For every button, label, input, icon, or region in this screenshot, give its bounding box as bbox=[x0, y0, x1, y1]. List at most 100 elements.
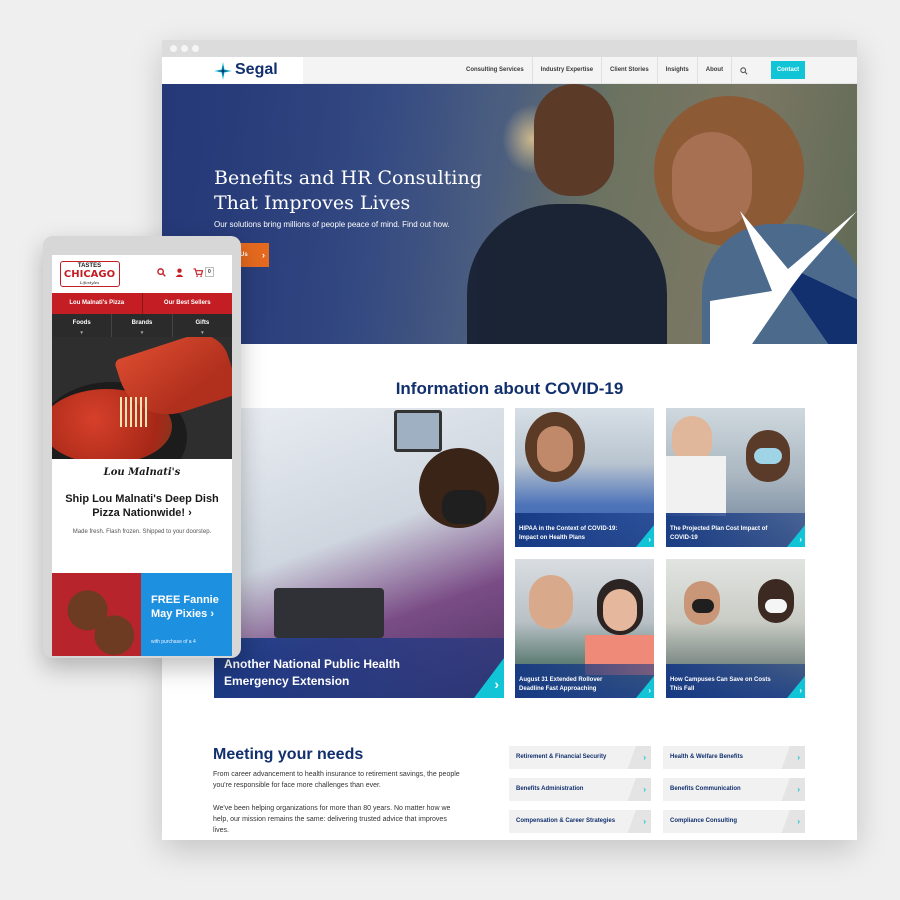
chevron-right-icon: › bbox=[777, 778, 805, 801]
mobile-header: TASTES CHICAGO Lifestyles 0 bbox=[52, 255, 232, 293]
service-link-compliance[interactable]: Compliance Consulting › bbox=[663, 810, 805, 833]
segal-star-icon bbox=[214, 62, 232, 80]
chevron-right-icon: › bbox=[262, 250, 265, 260]
mobile-primary-nav: Lou Malnati's Pizza Our Best Sellers bbox=[52, 293, 232, 314]
main-nav: Consulting Services Industry Expertise C… bbox=[458, 57, 755, 84]
desktop-browser-window: Segal Consulting Services Industry Exper… bbox=[162, 40, 857, 840]
service-link-benefits-admin[interactable]: Benefits Administration › bbox=[509, 778, 651, 801]
segal-logo-text: Segal bbox=[235, 61, 278, 78]
mobile-header-icons: 0 bbox=[157, 267, 214, 277]
window-dot-icon bbox=[170, 45, 177, 52]
hero-cta-label: Us bbox=[240, 252, 248, 258]
service-link-health-welfare[interactable]: Health & Welfare Benefits › bbox=[663, 746, 805, 769]
service-link-label: Benefits Administration bbox=[516, 786, 584, 792]
chevron-right-icon: › bbox=[623, 778, 651, 801]
card-caption: August 31 Extended Rollover Deadline Fas… bbox=[519, 677, 603, 692]
chevron-right-icon: › bbox=[623, 746, 651, 769]
contact-button[interactable]: Contact bbox=[771, 61, 805, 79]
browser-chrome bbox=[162, 40, 857, 57]
needs-section-title: Meeting your needs bbox=[213, 746, 364, 763]
covid-card-plan-cost[interactable]: The Projected Plan Cost Impact of COVID-… bbox=[666, 408, 805, 547]
nav-industry-expertise[interactable]: Industry Expertise bbox=[531, 57, 601, 84]
nav-foods[interactable]: Foods ▾ bbox=[52, 314, 111, 337]
card-photo-face bbox=[603, 589, 637, 631]
logo-line-2: CHICAGO bbox=[63, 269, 116, 280]
nav-brands[interactable]: Brands ▾ bbox=[111, 314, 171, 337]
face-mask-graphic bbox=[765, 599, 787, 613]
search-button[interactable] bbox=[731, 57, 755, 84]
cheese-pull-graphic bbox=[120, 397, 150, 427]
card-corner bbox=[636, 676, 654, 698]
chevron-right-icon: › bbox=[799, 686, 802, 695]
cart-icon bbox=[193, 267, 203, 277]
service-link-label: Compensation & Career Strategies bbox=[516, 818, 616, 824]
needs-paragraph-2: We've been helping organizations for mor… bbox=[213, 805, 451, 834]
chevron-right-icon: › bbox=[494, 676, 499, 692]
hero-banner: Benefits and HR Consulting That Improves… bbox=[162, 84, 857, 344]
covid-card-hipaa[interactable]: HIPAA in the Context of COVID-19: Impact… bbox=[515, 408, 654, 547]
pizza-hero-image bbox=[52, 337, 232, 459]
chocolates-image bbox=[52, 573, 141, 656]
logo-line-3: Lifestyles bbox=[79, 280, 100, 285]
card-caption: The Projected Plan Cost Impact of COVID-… bbox=[670, 526, 768, 541]
service-link-label: Compliance Consulting bbox=[670, 818, 738, 824]
window-dot-icon bbox=[181, 45, 188, 52]
promo-subtitle: Made fresh. Flash frozen. Shipped to you… bbox=[72, 529, 212, 535]
face-mask-graphic bbox=[442, 490, 486, 524]
hero-photo-man-head bbox=[534, 84, 614, 196]
service-link-benefits-communication[interactable]: Benefits Communication › bbox=[663, 778, 805, 801]
card-photo bbox=[529, 575, 573, 629]
segal-logo[interactable]: Segal bbox=[162, 57, 303, 84]
fannie-may-promo[interactable]: FREE Fannie May Pixies › with purchase o… bbox=[141, 573, 232, 656]
covid-card-campuses[interactable]: How Campuses Can Save on Costs This Fall… bbox=[666, 559, 805, 698]
nav-consulting-services[interactable]: Consulting Services bbox=[458, 57, 532, 84]
account-icon[interactable] bbox=[175, 268, 184, 277]
card-photo-terminal bbox=[274, 588, 384, 638]
service-link-label: Retirement & Financial Security bbox=[516, 754, 607, 760]
chevron-right-icon: › bbox=[799, 535, 802, 544]
card-photo-face bbox=[537, 426, 573, 472]
site-header: Segal Consulting Services Industry Exper… bbox=[162, 57, 857, 84]
fannie-promo-title: FREE Fannie May Pixies › bbox=[151, 594, 219, 620]
chevron-right-icon: › bbox=[648, 686, 651, 695]
card-corner bbox=[787, 525, 805, 547]
needs-paragraph-1: From career advancement to health insura… bbox=[213, 771, 460, 789]
search-icon[interactable] bbox=[157, 267, 166, 277]
card-photo-screen bbox=[394, 410, 442, 452]
face-mask-graphic bbox=[754, 448, 782, 464]
nav-gifts[interactable]: Gifts ▾ bbox=[171, 314, 232, 337]
chevron-right-icon: › bbox=[623, 810, 651, 833]
service-link-compensation[interactable]: Compensation & Career Strategies › bbox=[509, 810, 651, 833]
lou-malnatis-logo: Lou Malnati's bbox=[103, 467, 181, 478]
hero-title: Benefits and HR Consulting That Improves… bbox=[214, 167, 482, 214]
covid-section-title: Information about COVID-19 bbox=[395, 379, 624, 398]
tastes-of-chicago-logo[interactable]: TASTES CHICAGO Lifestyles bbox=[60, 261, 120, 287]
card-corner bbox=[787, 676, 805, 698]
fannie-promo-subtitle: with purchase of a 4 bbox=[151, 639, 196, 645]
nav-lou-malnatis-pizza[interactable]: Lou Malnati's Pizza bbox=[52, 293, 142, 314]
covid-card-featured[interactable]: Another National Public Health Emergency… bbox=[214, 408, 504, 698]
card-caption: How Campuses Can Save on Costs This Fall bbox=[670, 677, 771, 692]
chevron-right-icon: › bbox=[777, 810, 805, 833]
nav-about[interactable]: About bbox=[696, 57, 731, 84]
service-link-label: Health & Welfare Benefits bbox=[670, 754, 743, 760]
service-link-retirement[interactable]: Retirement & Financial Security › bbox=[509, 746, 651, 769]
covid-card-rollover[interactable]: August 31 Extended Rollover Deadline Fas… bbox=[515, 559, 654, 698]
card-caption: HIPAA in the Context of COVID-19: Impact… bbox=[519, 526, 618, 541]
nav-our-best-sellers[interactable]: Our Best Sellers bbox=[141, 293, 233, 314]
cart-count: 0 bbox=[205, 267, 214, 277]
segal-star-graphic-icon bbox=[710, 211, 857, 344]
nav-client-stories[interactable]: Client Stories bbox=[601, 57, 657, 84]
card-photo-coat bbox=[666, 456, 726, 516]
nav-insights[interactable]: Insights bbox=[656, 57, 697, 84]
card-caption: Another National Public Health Emergency… bbox=[224, 657, 401, 688]
face-mask-graphic bbox=[692, 599, 714, 613]
chevron-right-icon: › bbox=[777, 746, 805, 769]
cart-button[interactable]: 0 bbox=[193, 267, 214, 277]
mobile-device-frame: TASTES CHICAGO Lifestyles 0 Lou Malnati'… bbox=[43, 236, 241, 658]
card-corner bbox=[636, 525, 654, 547]
chevron-right-icon: › bbox=[648, 535, 651, 544]
mobile-promo[interactable]: Lou Malnati's Ship Lou Malnati's Deep Di… bbox=[52, 459, 232, 571]
mobile-screen: TASTES CHICAGO Lifestyles 0 Lou Malnati'… bbox=[52, 255, 232, 656]
card-corner bbox=[474, 658, 504, 698]
